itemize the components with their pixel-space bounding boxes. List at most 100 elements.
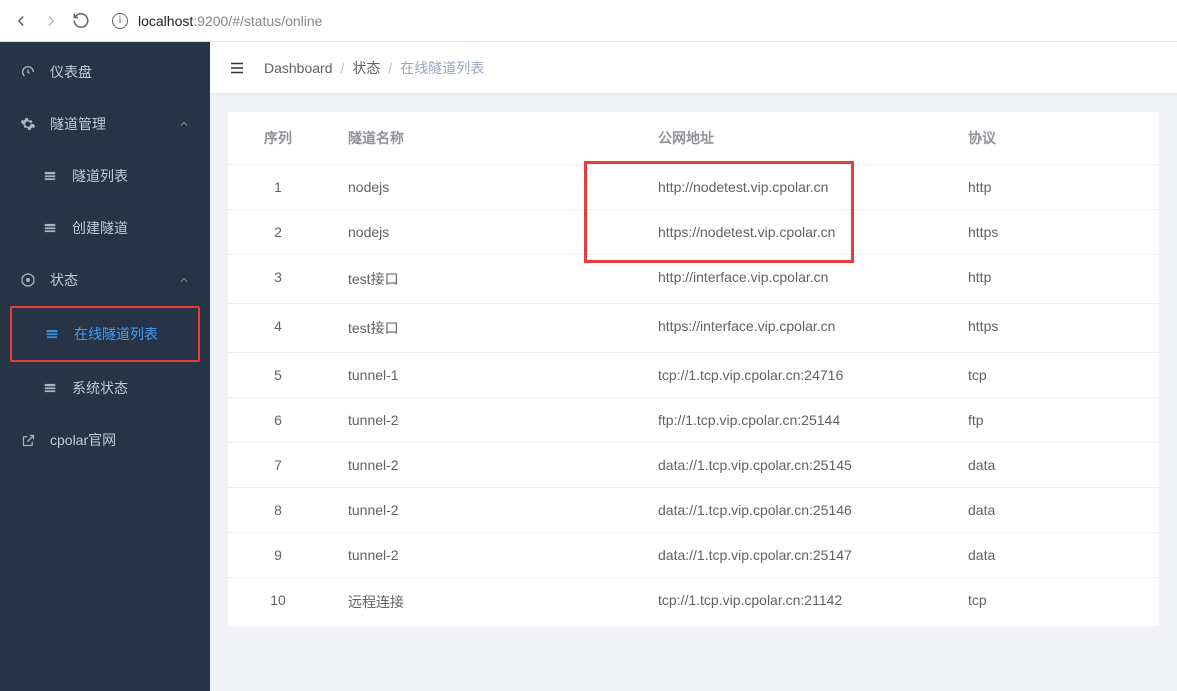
address-bar[interactable]: i localhost:9200/#/status/online xyxy=(102,13,1165,29)
cell-proto: tcp xyxy=(948,578,1159,626)
col-proto: 协议 xyxy=(948,112,1159,164)
table-row[interactable]: 1nodejshttp://nodetest.vip.cpolar.cnhttp xyxy=(228,164,1159,209)
table-row[interactable]: 5tunnel-1tcp://1.tcp.vip.cpolar.cn:24716… xyxy=(228,352,1159,397)
browser-toolbar: i localhost:9200/#/status/online xyxy=(0,0,1177,42)
table-header: 序列 隧道名称 公网地址 协议 xyxy=(228,112,1159,164)
status-icon xyxy=(20,272,36,288)
cell-url: https://interface.vip.cpolar.cn xyxy=(638,304,948,352)
cell-url: data://1.tcp.vip.cpolar.cn:25147 xyxy=(638,533,948,577)
cell-name: 远程连接 xyxy=(328,578,638,626)
sidebar-item-label: 隧道管理 xyxy=(50,114,106,134)
cell-index: 6 xyxy=(228,398,328,442)
sidebar-item-label: 在线隧道列表 xyxy=(74,324,158,344)
cell-index: 3 xyxy=(228,255,328,303)
collapse-sidebar-button[interactable] xyxy=(228,59,246,77)
chevron-up-icon xyxy=(178,118,190,130)
table-row[interactable]: 8tunnel-2data://1.tcp.vip.cpolar.cn:2514… xyxy=(228,487,1159,532)
cell-name: tunnel-2 xyxy=(328,533,638,577)
cell-name: nodejs xyxy=(328,210,638,254)
table-body: 1nodejshttp://nodetest.vip.cpolar.cnhttp… xyxy=(228,164,1159,626)
table-row[interactable]: 3test接口http://interface.vip.cpolar.cnhtt… xyxy=(228,254,1159,303)
table-icon xyxy=(42,220,58,236)
breadcrumb-item[interactable]: 状态 xyxy=(352,58,380,78)
cell-name: nodejs xyxy=(328,165,638,209)
top-bar: Dashboard / 状态 / 在线隧道列表 xyxy=(210,42,1177,94)
url-text: localhost:9200/#/status/online xyxy=(138,13,322,29)
external-link-icon xyxy=(20,432,36,448)
cell-proto: data xyxy=(948,533,1159,577)
breadcrumb-item[interactable]: Dashboard xyxy=(264,60,333,76)
sidebar-item-system-status[interactable]: 系统状态 xyxy=(0,362,210,414)
cell-index: 1 xyxy=(228,165,328,209)
site-info-icon[interactable]: i xyxy=(112,13,128,29)
table-row[interactable]: 10远程连接tcp://1.tcp.vip.cpolar.cn:21142tcp xyxy=(228,577,1159,626)
tunnel-table: 序列 隧道名称 公网地址 协议 1nodejshttp://nodetest.v… xyxy=(228,112,1159,626)
cell-url: http://interface.vip.cpolar.cn xyxy=(638,255,948,303)
cell-url: tcp://1.tcp.vip.cpolar.cn:21142 xyxy=(638,578,948,626)
cell-proto: http xyxy=(948,165,1159,209)
cell-index: 9 xyxy=(228,533,328,577)
cell-url: http://nodetest.vip.cpolar.cn xyxy=(638,165,948,209)
breadcrumb-current: 在线隧道列表 xyxy=(400,58,484,78)
breadcrumb-separator: / xyxy=(341,60,345,76)
cell-index: 10 xyxy=(228,578,328,626)
col-name: 隧道名称 xyxy=(328,112,638,164)
sidebar-item-cpolar-site[interactable]: cpolar官网 xyxy=(0,414,210,466)
sidebar-item-label: 系统状态 xyxy=(72,378,128,398)
table-row[interactable]: 9tunnel-2data://1.tcp.vip.cpolar.cn:2514… xyxy=(228,532,1159,577)
sidebar-item-online-list[interactable]: 在线隧道列表 xyxy=(12,308,198,360)
sidebar-group-status[interactable]: 状态 xyxy=(0,254,210,306)
cell-name: tunnel-2 xyxy=(328,443,638,487)
back-button[interactable] xyxy=(12,12,30,30)
cell-url: https://nodetest.vip.cpolar.cn xyxy=(638,210,948,254)
sidebar-item-label: 仪表盘 xyxy=(50,62,92,82)
cell-proto: data xyxy=(948,488,1159,532)
breadcrumb: Dashboard / 状态 / 在线隧道列表 xyxy=(264,58,484,78)
cell-proto: http xyxy=(948,255,1159,303)
col-url: 公网地址 xyxy=(638,112,948,164)
cell-url: tcp://1.tcp.vip.cpolar.cn:24716 xyxy=(638,353,948,397)
cell-proto: tcp xyxy=(948,353,1159,397)
cell-index: 5 xyxy=(228,353,328,397)
table-row[interactable]: 4test接口https://interface.vip.cpolar.cnht… xyxy=(228,303,1159,352)
breadcrumb-separator: / xyxy=(388,60,392,76)
col-index: 序列 xyxy=(228,112,328,164)
gear-icon xyxy=(20,116,36,132)
cell-url: ftp://1.tcp.vip.cpolar.cn:25144 xyxy=(638,398,948,442)
table-icon xyxy=(44,326,60,342)
cell-name: tunnel-2 xyxy=(328,398,638,442)
table-icon xyxy=(42,168,58,184)
sidebar-item-create-tunnel[interactable]: 创建隧道 xyxy=(0,202,210,254)
cell-name: tunnel-2 xyxy=(328,488,638,532)
cell-proto: data xyxy=(948,443,1159,487)
cell-name: tunnel-1 xyxy=(328,353,638,397)
table-row[interactable]: 6tunnel-2ftp://1.tcp.vip.cpolar.cn:25144… xyxy=(228,397,1159,442)
sidebar-group-tunnel-mgmt[interactable]: 隧道管理 xyxy=(0,98,210,150)
dashboard-icon xyxy=(20,64,36,80)
table-row[interactable]: 2nodejshttps://nodetest.vip.cpolar.cnhtt… xyxy=(228,209,1159,254)
cell-proto: https xyxy=(948,304,1159,352)
highlight-annotation: 在线隧道列表 xyxy=(10,306,200,362)
cell-index: 2 xyxy=(228,210,328,254)
cell-url: data://1.tcp.vip.cpolar.cn:25146 xyxy=(638,488,948,532)
table-icon xyxy=(42,380,58,396)
sidebar: 仪表盘 隧道管理 隧道列表 创建隧道 xyxy=(0,42,210,691)
sidebar-item-label: 创建隧道 xyxy=(72,218,128,238)
cell-proto: https xyxy=(948,210,1159,254)
sidebar-item-tunnel-list[interactable]: 隧道列表 xyxy=(0,150,210,202)
cell-index: 4 xyxy=(228,304,328,352)
forward-button[interactable] xyxy=(42,12,60,30)
cell-index: 8 xyxy=(228,488,328,532)
cell-name: test接口 xyxy=(328,304,638,352)
cell-url: data://1.tcp.vip.cpolar.cn:25145 xyxy=(638,443,948,487)
main-area: Dashboard / 状态 / 在线隧道列表 序列 隧道名称 公网地址 协议 … xyxy=(210,42,1177,691)
cell-proto: ftp xyxy=(948,398,1159,442)
chevron-up-icon xyxy=(178,274,190,286)
reload-button[interactable] xyxy=(72,12,90,30)
sidebar-item-label: cpolar官网 xyxy=(50,430,116,450)
cell-index: 7 xyxy=(228,443,328,487)
table-row[interactable]: 7tunnel-2data://1.tcp.vip.cpolar.cn:2514… xyxy=(228,442,1159,487)
sidebar-item-dashboard[interactable]: 仪表盘 xyxy=(0,46,210,98)
sidebar-item-label: 隧道列表 xyxy=(72,166,128,186)
sidebar-item-label: 状态 xyxy=(50,270,78,290)
